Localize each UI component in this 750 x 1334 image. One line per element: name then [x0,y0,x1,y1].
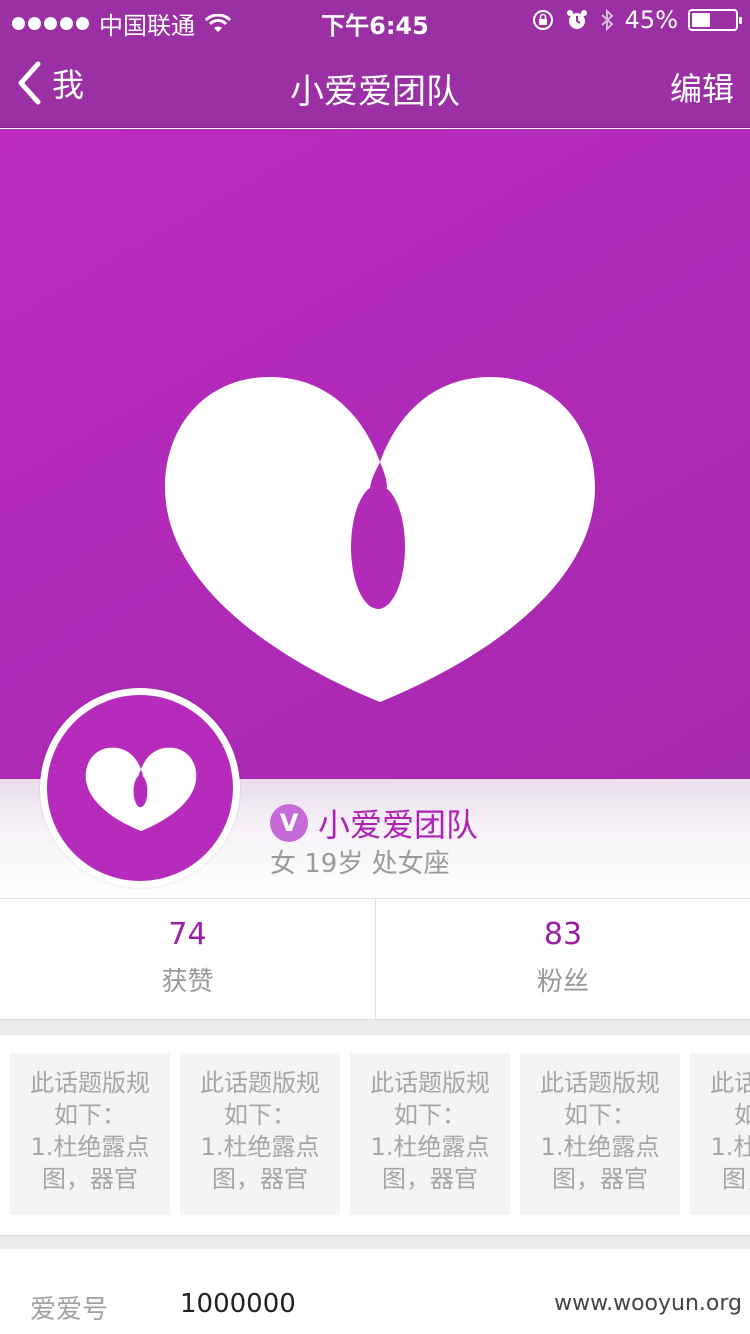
topic-line: 此话题版规 [540,1069,660,1097]
topic-line: 图，器官 [212,1165,308,1193]
profile-info: 女 19岁 处女座 [270,849,450,879]
topic-line: 图，器官 [552,1165,648,1193]
heart-logo-icon [165,377,595,702]
topic-line: 此话题版规 [370,1069,490,1097]
account-label: 爱爱号 [30,1295,109,1325]
topic-line: 图，器官 [382,1165,478,1193]
stat-label: 获赞 [161,967,214,997]
topic-strip[interactable]: 此话题版规 如下： 1.杜绝露点 图，器官 此话题版规 如下： 1.杜绝露点 图… [0,1035,750,1235]
avatar-image [47,695,233,881]
profile-name: 小爱爱团队 [318,806,479,844]
avatar[interactable] [40,688,240,888]
topic-line: 图，器官 [722,1165,750,1193]
topic-line: 1.杜绝露点 [710,1133,750,1161]
verified-badge: V [270,804,308,842]
topic-line: 1.杜绝露点 [540,1133,660,1161]
topic-line: 图，器官 [42,1165,138,1193]
topic-line: 此话题版规 [710,1069,750,1097]
nav-bar: 我 小爱爱团队 编辑 [0,40,750,128]
topic-card[interactable]: 此话题版规 如下： 1.杜绝露点 图，器官 [180,1053,340,1215]
status-right: 45% [531,6,742,34]
topic-line: 如下： [394,1101,466,1129]
topic-card[interactable]: 此话题版规 如下： 1.杜绝露点 图，器官 [350,1053,510,1215]
topic-card[interactable]: 此话题版规 如下： 1.杜绝露点 图，器官 [520,1053,680,1215]
topic-line: 此话题版规 [200,1069,320,1097]
profile-name-row: V 小爱爱团队 [270,800,478,846]
topic-line: 1.杜绝露点 [370,1133,490,1161]
edit-button[interactable]: 编辑 [670,64,734,110]
topic-line: 如下： [224,1101,296,1129]
topic-card[interactable]: 此话题版规 如下： 1.杜绝露点 图，器官 [10,1053,170,1215]
watermark-text: www.wooyun.org [554,1291,742,1316]
battery-icon [688,9,742,31]
stat-value: 74 [168,917,207,952]
heart-logo-icon [85,747,197,832]
topic-line: 1.杜绝露点 [200,1133,320,1161]
stat-fans[interactable]: 83 粉丝 [375,899,750,1019]
stat-label: 粉丝 [536,967,589,997]
status-bar: 中国联通 下午6:45 45% [0,0,750,40]
stat-value: 83 [543,917,583,952]
account-value: 1000000 [180,1289,296,1319]
stat-likes[interactable]: 74 获赞 [0,899,375,1019]
page-title: 小爱爱团队 [290,72,460,112]
section-divider [0,1235,750,1249]
stats-bar: 74 获赞 83 粉丝 [0,899,750,1019]
account-row: 爱爱号 1000000 www.wooyun.org [0,1249,750,1334]
topic-line: 1.杜绝露点 [30,1133,150,1161]
topic-card[interactable]: 此话题版规 如下： 1.杜绝露点 图，器官 [690,1053,750,1215]
rotation-lock-icon [532,10,553,30]
topic-line: 此话题版规 [30,1069,150,1097]
battery-percent: 45% [624,6,678,34]
cover-image[interactable] [0,129,750,779]
topic-line: 如下： [734,1101,750,1129]
alarm-icon [566,10,587,29]
bluetooth-icon [600,8,614,32]
topic-line: 如下： [54,1101,126,1129]
section-divider [0,1019,750,1035]
topic-line: 如下： [564,1101,636,1129]
